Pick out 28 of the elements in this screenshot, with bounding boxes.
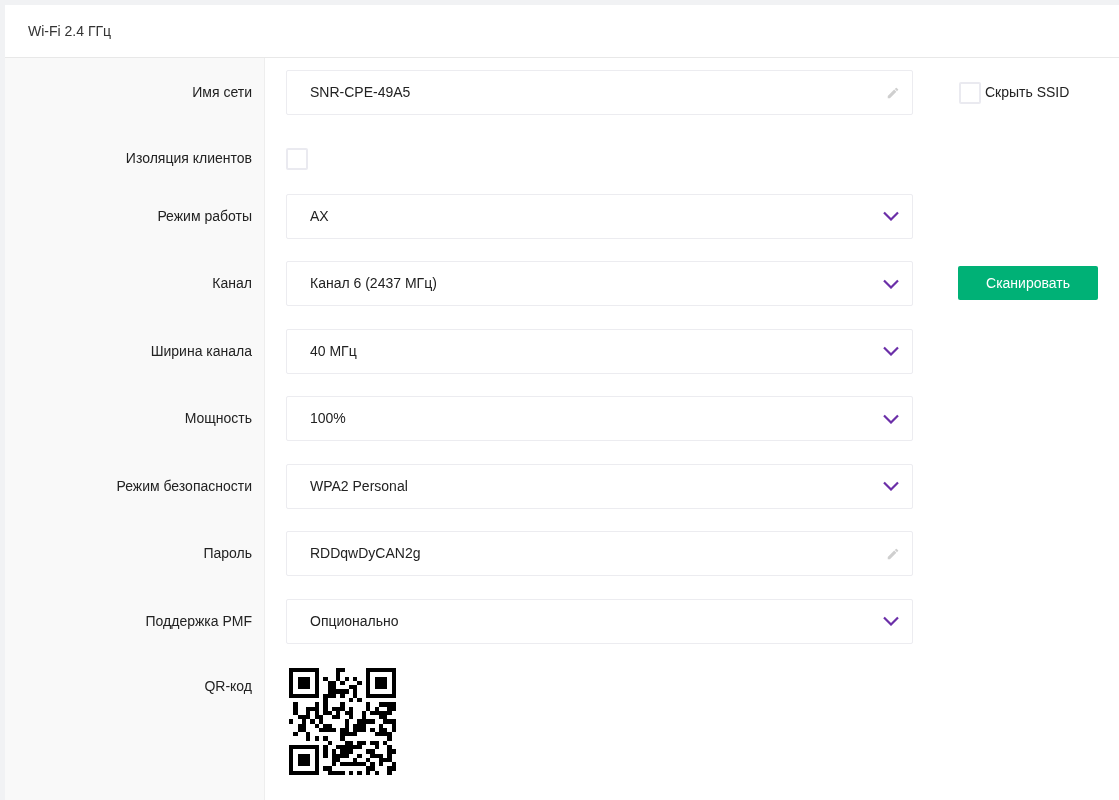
select-field[interactable]: Опционально xyxy=(286,598,913,644)
chevron-down-icon xyxy=(882,481,900,491)
chevron-down-icon xyxy=(882,413,900,424)
checkbox-label: Скрыть SSID xyxy=(985,83,1070,102)
field-label: Поддержка PMF xyxy=(145,611,252,631)
field-label: Мощность xyxy=(184,409,252,428)
field-label: Пароль xyxy=(203,544,252,563)
chevron-down-icon xyxy=(882,616,900,626)
select-field[interactable]: Канал 6 (2437 МГц) xyxy=(286,261,913,306)
card-title: Wi-Fi 2.4 ГГц xyxy=(28,21,112,41)
chevron-down-icon xyxy=(882,346,900,356)
pencil-icon xyxy=(886,85,900,100)
field-label: Режим работы xyxy=(157,206,252,226)
field-label: Имя сети xyxy=(192,83,252,102)
select-field[interactable]: WPA2 Personal xyxy=(286,463,913,509)
field-label: Изоляция клиентов xyxy=(125,148,252,168)
field-label: Ширина канала xyxy=(150,341,252,361)
pencil-icon xyxy=(886,546,900,561)
chevron-down-icon xyxy=(882,211,900,221)
field-label: Канал xyxy=(212,274,252,293)
input-field[interactable]: RDDqwDyCAN2g xyxy=(286,531,913,576)
chevron-down-icon xyxy=(882,278,900,289)
select-field[interactable]: 100% xyxy=(286,396,913,441)
select-field[interactable]: AX xyxy=(286,193,913,239)
select-field[interactable]: 40 МГц xyxy=(286,328,913,374)
field-label: QR-код xyxy=(204,677,252,696)
input-field[interactable]: SNR-CPE-49A5 xyxy=(286,70,913,115)
field-label: Режим безопасности xyxy=(116,476,252,496)
